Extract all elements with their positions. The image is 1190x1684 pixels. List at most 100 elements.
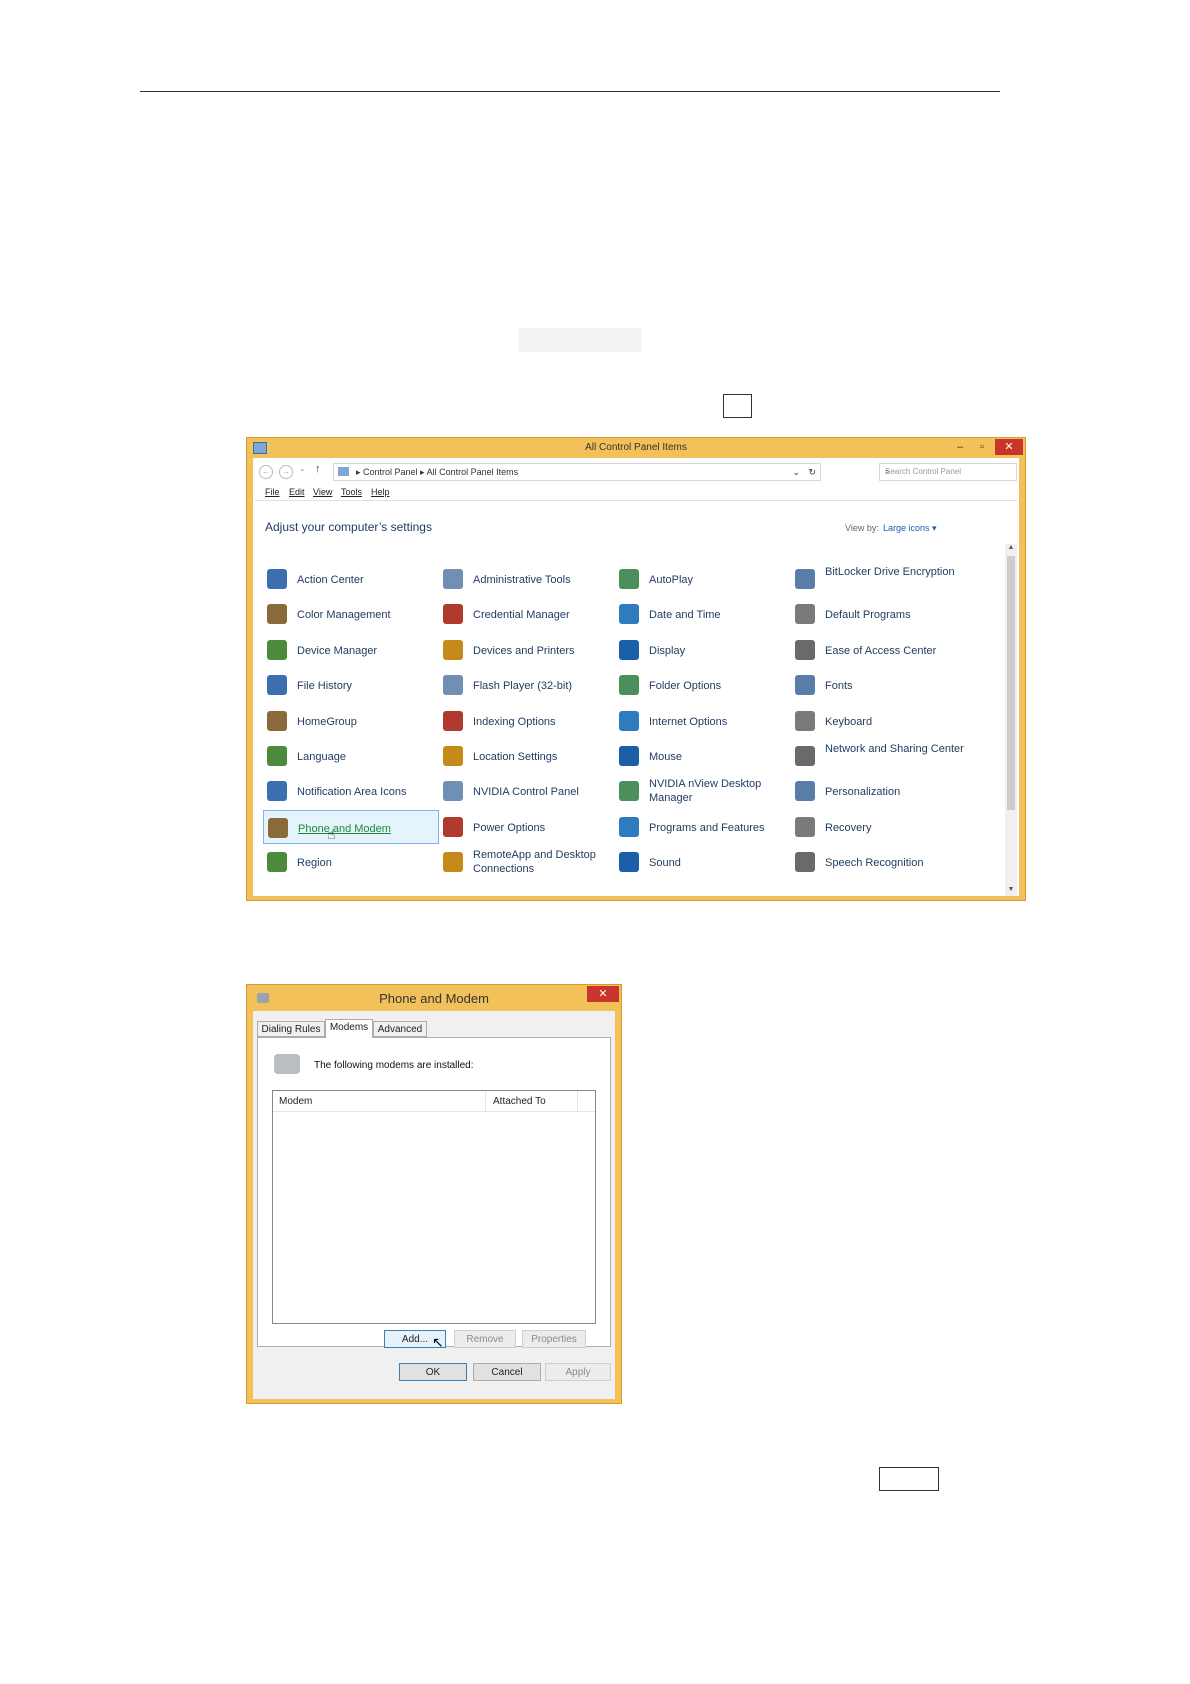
control-panel-item-bitlocker-drive-encryption[interactable]: BitLocker Drive Encryption	[791, 562, 967, 596]
control-panel-item-notification-area-icons[interactable]: Notification Area Icons	[263, 774, 439, 808]
control-panel-item-remoteapp-and-desktop-connections[interactable]: RemoteApp and Desktop Connections	[439, 845, 615, 879]
back-arrow-icon[interactable]: ←	[259, 465, 273, 479]
modems-info-text: The following modems are installed:	[314, 1060, 474, 1071]
control-panel-item-internet-options[interactable]: Internet Options	[615, 704, 791, 738]
default-programs-icon	[795, 604, 815, 625]
control-panel-item-display[interactable]: Display	[615, 633, 791, 667]
control-panel-item-phone-and-modem[interactable]: Phone and Modem	[263, 809, 439, 844]
address-bar[interactable]: ▸ Control Panel ▸ All Control Panel Item…	[333, 463, 821, 481]
tab-dialing-rules[interactable]: Dialing Rules	[257, 1021, 325, 1037]
homegroup-icon	[267, 710, 287, 731]
properties-button[interactable]: Properties	[522, 1330, 586, 1348]
nvidia-control-panel-icon	[443, 781, 463, 802]
control-panel-item-label: Action Center	[297, 574, 364, 586]
menu-bar: File Edit View Tools Help	[255, 484, 1017, 501]
control-panel-item-network-and-sharing-center[interactable]: Network and Sharing Center	[791, 739, 967, 773]
control-panel-item-ease-of-access-center[interactable]: Ease of Access Center	[791, 633, 967, 667]
control-panel-item-flash-player-32-bit[interactable]: Flash Player (32-bit)	[439, 668, 615, 702]
control-panel-item-label: NVIDIA Control Panel	[473, 786, 579, 799]
scroll-down-icon[interactable]: ▼	[1005, 886, 1017, 896]
control-panel-item-language[interactable]: Language	[263, 739, 439, 773]
control-panel-item-region[interactable]: Region	[263, 845, 439, 879]
control-panel-item-power-options[interactable]: Power Options	[439, 810, 615, 844]
scroll-up-icon[interactable]: ▲	[1005, 544, 1017, 554]
control-panel-item-label: Display	[649, 644, 686, 657]
menu-help[interactable]: Help	[371, 487, 390, 497]
forward-arrow-icon[interactable]: →	[279, 465, 293, 479]
control-panel-item-credential-manager[interactable]: Credential Manager	[439, 597, 615, 631]
page-top-rule	[140, 91, 1000, 92]
up-arrow-icon[interactable]: ↑	[315, 463, 321, 475]
control-panel-item-label: Sound	[649, 857, 681, 870]
control-panel-item-label: Credential Manager	[473, 609, 570, 622]
control-panel-item-label: Phone and Modem	[298, 822, 391, 835]
action-center-icon	[267, 569, 287, 589]
control-panel-item-color-management[interactable]: Color Management	[263, 597, 439, 631]
control-panel-item-programs-and-features[interactable]: Programs and Features	[615, 810, 791, 844]
phone-and-modem-icon	[268, 817, 288, 838]
menu-view[interactable]: View	[313, 487, 332, 497]
recent-chevron-icon[interactable]: ⌄	[299, 464, 306, 473]
display-icon	[619, 639, 639, 660]
control-panel-item-label: Personalization	[825, 786, 901, 799]
control-panel-item-speech-recognition[interactable]: Speech Recognition	[791, 845, 967, 879]
control-panel-item-device-manager[interactable]: Device Manager	[263, 633, 439, 667]
control-panel-item-autoplay[interactable]: AutoPlay	[615, 562, 791, 596]
vertical-scrollbar[interactable]: ▲ ▼	[1005, 544, 1017, 896]
close-button[interactable]: ✕	[995, 439, 1023, 455]
column-attached-to[interactable]: Attached To	[493, 1096, 546, 1107]
indexing-options-icon	[443, 710, 463, 731]
control-panel-item-administrative-tools[interactable]: Administrative Tools	[439, 562, 615, 596]
speech-recognition-icon	[795, 852, 815, 873]
control-panel-item-fonts[interactable]: Fonts	[791, 668, 967, 702]
search-input[interactable]: Search Control Panel ⌕	[879, 463, 1017, 481]
control-panel-item-label: Ease of Access Center	[825, 644, 937, 657]
tab-modems[interactable]: Modems	[325, 1019, 373, 1038]
cancel-button[interactable]: Cancel	[473, 1363, 541, 1381]
control-panel-item-label: Speech Recognition	[825, 857, 924, 870]
bitlocker-drive-encryption-icon	[795, 569, 815, 589]
maximize-button[interactable]: ▫	[971, 439, 993, 455]
control-panel-item-label: Region	[297, 857, 332, 870]
column-modem[interactable]: Modem	[279, 1096, 312, 1107]
search-icon[interactable]: ⌕	[885, 464, 1011, 480]
refresh-icon[interactable]: ↻	[808, 464, 816, 480]
dialog-close-button[interactable]: ✕	[587, 986, 619, 1002]
control-panel-item-nvidia-nview-desktop-manager[interactable]: NVIDIA nView Desktop Manager	[615, 774, 791, 808]
tab-advanced[interactable]: Advanced	[373, 1021, 427, 1037]
control-panel-item-recovery[interactable]: Recovery	[791, 810, 967, 844]
control-panel-item-label: Notification Area Icons	[297, 786, 407, 799]
apply-button[interactable]: Apply	[545, 1363, 611, 1381]
list-header: Modem Attached To	[273, 1091, 595, 1112]
chevron-down-icon[interactable]: ⌄	[792, 464, 800, 480]
control-panel-item-folder-options[interactable]: Folder Options	[615, 668, 791, 702]
empty-box-wide	[879, 1467, 939, 1491]
menu-tools[interactable]: Tools	[341, 487, 362, 497]
control-panel-item-default-programs[interactable]: Default Programs	[791, 597, 967, 631]
control-panel-item-action-center[interactable]: Action Center	[263, 562, 439, 596]
control-panel-item-label: Network and Sharing Center	[825, 743, 964, 755]
control-panel-item-sound[interactable]: Sound	[615, 845, 791, 879]
control-panel-item-indexing-options[interactable]: Indexing Options	[439, 704, 615, 738]
scrollbar-thumb[interactable]	[1007, 556, 1015, 810]
control-panel-item-mouse[interactable]: Mouse	[615, 739, 791, 773]
remove-button[interactable]: Remove	[454, 1330, 516, 1348]
control-panel-item-label: AutoPlay	[649, 574, 694, 586]
ok-button[interactable]: OK	[399, 1363, 467, 1381]
breadcrumb[interactable]: ▸ Control Panel ▸ All Control Panel Item…	[356, 464, 518, 480]
control-panel-item-nvidia-control-panel[interactable]: NVIDIA Control Panel	[439, 774, 615, 808]
modems-list[interactable]: Modem Attached To	[272, 1090, 596, 1324]
control-panel-item-homegroup[interactable]: HomeGroup	[263, 704, 439, 738]
control-panel-item-label: Power Options	[473, 821, 546, 834]
column-divider	[577, 1091, 578, 1111]
view-by-dropdown[interactable]: Large icons ▾	[883, 523, 937, 534]
control-panel-item-devices-and-printers[interactable]: Devices and Printers	[439, 633, 615, 667]
control-panel-item-location-settings[interactable]: Location Settings	[439, 739, 615, 773]
control-panel-item-keyboard[interactable]: Keyboard	[791, 704, 967, 738]
minimize-button[interactable]: –	[949, 439, 971, 455]
menu-file[interactable]: File	[265, 487, 280, 497]
control-panel-item-file-history[interactable]: File History	[263, 668, 439, 702]
menu-edit[interactable]: Edit	[289, 487, 305, 497]
control-panel-item-personalization[interactable]: Personalization	[791, 774, 967, 808]
control-panel-item-date-and-time[interactable]: Date and Time	[615, 597, 791, 631]
